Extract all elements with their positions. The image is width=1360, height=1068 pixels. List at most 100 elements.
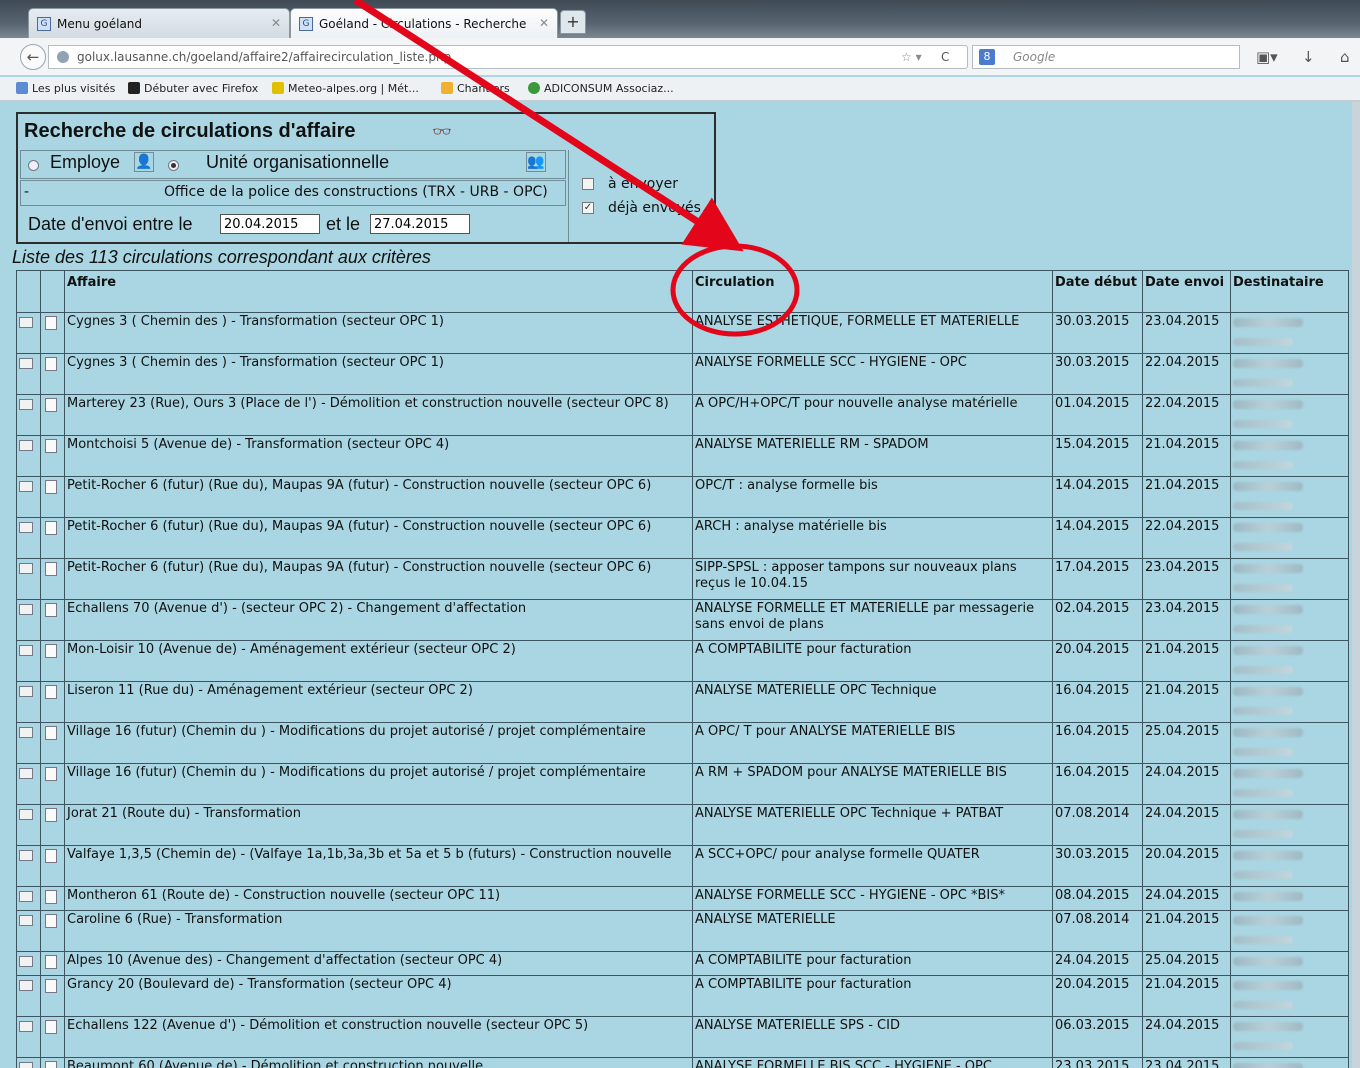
doc-cell[interactable]	[40, 845, 65, 887]
document-icon[interactable]	[45, 357, 57, 371]
document-icon[interactable]	[45, 562, 57, 576]
mail-icon[interactable]	[19, 956, 33, 967]
mail-cell[interactable]	[16, 886, 41, 911]
reload-icon[interactable]: C	[941, 46, 949, 68]
mail-icon[interactable]	[19, 768, 33, 779]
cell-circulation[interactable]: A COMPTABILITE pour facturation	[692, 951, 1053, 976]
mail-cell[interactable]	[16, 804, 41, 846]
document-icon[interactable]	[45, 1061, 57, 1068]
organization-icon[interactable]: 👥	[526, 152, 546, 172]
cell-circulation[interactable]: ANALYSE MATERIELLE	[692, 910, 1053, 952]
doc-cell[interactable]	[40, 722, 65, 764]
table-row[interactable]: Alpes 10 (Avenue des) - Changement d'aff…	[16, 951, 1349, 976]
doc-cell[interactable]	[40, 1016, 65, 1058]
doc-cell[interactable]	[40, 886, 65, 911]
mail-cell[interactable]	[16, 599, 41, 641]
mail-cell[interactable]	[16, 1057, 41, 1068]
cell-circulation[interactable]: ANALYSE FORMELLE SCC - HYGIENE - OPC *BI…	[692, 886, 1053, 911]
document-icon[interactable]	[45, 398, 57, 412]
cell-affaire[interactable]: Petit-Rocher 6 (futur) (Rue du), Maupas …	[64, 476, 693, 518]
employee-icon[interactable]: 👤	[134, 152, 154, 172]
document-icon[interactable]	[45, 979, 57, 993]
checkbox-a-envoyer[interactable]	[582, 178, 594, 190]
mail-icon[interactable]	[19, 809, 33, 820]
document-icon[interactable]	[45, 480, 57, 494]
cell-affaire[interactable]: Village 16 (futur) (Chemin du ) - Modifi…	[64, 722, 693, 764]
close-tab-icon[interactable]: ✕	[539, 16, 549, 30]
cell-affaire[interactable]: Petit-Rocher 6 (futur) (Rue du), Maupas …	[64, 517, 693, 559]
header-date-debut[interactable]: Date début	[1052, 270, 1143, 313]
bookmark-meteo-alpes[interactable]: Meteo-alpes.org | Mét...	[272, 82, 419, 95]
cell-circulation[interactable]: ANALYSE MATERIELLE RM - SPADOM	[692, 435, 1053, 477]
url-bar[interactable]: golux.lausanne.ch/goeland/affaire2/affai…	[48, 45, 968, 69]
mail-cell[interactable]	[16, 1016, 41, 1058]
cell-affaire[interactable]: Caroline 6 (Rue) - Transformation	[64, 910, 693, 952]
doc-cell[interactable]	[40, 558, 65, 600]
tab-menu-goeland[interactable]: G Menu goéland ✕	[28, 8, 290, 38]
radio-employe[interactable]	[28, 160, 39, 171]
download-icon[interactable]: ↓	[1302, 48, 1315, 66]
mail-cell[interactable]	[16, 353, 41, 395]
mail-cell[interactable]	[16, 640, 41, 682]
mail-icon[interactable]	[19, 358, 33, 369]
cell-affaire[interactable]: Montchoisi 5 (Avenue de) - Transformatio…	[64, 435, 693, 477]
document-icon[interactable]	[45, 808, 57, 822]
cell-circulation[interactable]: ANALYSE FORMELLE ET MATERIELLE par messa…	[692, 599, 1053, 641]
doc-cell[interactable]	[40, 910, 65, 952]
mail-icon[interactable]	[19, 440, 33, 451]
mail-cell[interactable]	[16, 763, 41, 805]
date-from-input[interactable]	[220, 214, 320, 234]
cell-affaire[interactable]: Mon-Loisir 10 (Avenue de) - Aménagement …	[64, 640, 693, 682]
mail-cell[interactable]	[16, 681, 41, 723]
bookmark-chantiers[interactable]: Chantiers	[441, 82, 510, 95]
document-icon[interactable]	[45, 644, 57, 658]
doc-cell[interactable]	[40, 312, 65, 354]
cell-circulation[interactable]: A OPC/ T pour ANALYSE MATERIELLE BIS	[692, 722, 1053, 764]
home-icon[interactable]: ⌂	[1340, 48, 1350, 66]
table-row[interactable]: Montheron 61 (Route de) - Construction n…	[16, 886, 1349, 911]
document-icon[interactable]	[45, 439, 57, 453]
cell-circulation[interactable]: ANALYSE ESTHETIQUE, FORMELLE ET MATERIEL…	[692, 312, 1053, 354]
document-icon[interactable]	[45, 316, 57, 330]
cell-affaire[interactable]: Marterey 23 (Rue), Ours 3 (Place de l') …	[64, 394, 693, 436]
table-row[interactable]: Cygnes 3 ( Chemin des ) - Transformation…	[16, 312, 1349, 354]
cell-circulation[interactable]: A RM + SPADOM pour ANALYSE MATERIELLE BI…	[692, 763, 1053, 805]
document-icon[interactable]	[45, 767, 57, 781]
table-row[interactable]: Petit-Rocher 6 (futur) (Rue du), Maupas …	[16, 517, 1349, 559]
header-affaire[interactable]: Affaire	[64, 270, 693, 313]
toolbar-menu-icon[interactable]: ▣▾	[1256, 48, 1278, 66]
cell-affaire[interactable]: Jorat 21 (Route du) - Transformation	[64, 804, 693, 846]
document-icon[interactable]	[45, 726, 57, 740]
document-icon[interactable]	[45, 685, 57, 699]
table-row[interactable]: Echallens 70 (Avenue d') - (secteur OPC …	[16, 599, 1349, 641]
cell-circulation[interactable]: SIPP-SPSL : apposer tampons sur nouveaux…	[692, 558, 1053, 600]
cell-circulation[interactable]: A OPC/H+OPC/T pour nouvelle analyse maté…	[692, 394, 1053, 436]
document-icon[interactable]	[45, 849, 57, 863]
cell-circulation[interactable]: ANALYSE FORMELLE BIS SCC - HYGIENE - OPC	[692, 1057, 1053, 1068]
cell-affaire[interactable]: Cygnes 3 ( Chemin des ) - Transformation…	[64, 312, 693, 354]
cell-affaire[interactable]: Echallens 70 (Avenue d') - (secteur OPC …	[64, 599, 693, 641]
table-row[interactable]: Village 16 (futur) (Chemin du ) - Modifi…	[16, 722, 1349, 764]
document-icon[interactable]	[45, 521, 57, 535]
mail-icon[interactable]	[19, 891, 33, 902]
radio-unite[interactable]	[168, 160, 179, 171]
cell-affaire[interactable]: Echallens 122 (Avenue d') - Démolition e…	[64, 1016, 693, 1058]
cell-circulation[interactable]: ARCH : analyse matérielle bis	[692, 517, 1053, 559]
mail-icon[interactable]	[19, 1062, 33, 1068]
mail-cell[interactable]	[16, 845, 41, 887]
cell-circulation[interactable]: A COMPTABILITE pour facturation	[692, 975, 1053, 1017]
doc-cell[interactable]	[40, 599, 65, 641]
mail-icon[interactable]	[19, 399, 33, 410]
table-row[interactable]: Marterey 23 (Rue), Ours 3 (Place de l') …	[16, 394, 1349, 436]
doc-cell[interactable]	[40, 951, 65, 976]
document-icon[interactable]	[45, 603, 57, 617]
cell-affaire[interactable]: Petit-Rocher 6 (futur) (Rue du), Maupas …	[64, 558, 693, 600]
binoculars-icon[interactable]: 👓	[432, 122, 452, 141]
mail-cell[interactable]	[16, 312, 41, 354]
mail-icon[interactable]	[19, 522, 33, 533]
mail-cell[interactable]	[16, 951, 41, 976]
mail-cell[interactable]	[16, 558, 41, 600]
bookmark-star-icon[interactable]: ☆ ▾	[901, 46, 922, 68]
table-row[interactable]: Petit-Rocher 6 (futur) (Rue du), Maupas …	[16, 558, 1349, 600]
mail-icon[interactable]	[19, 727, 33, 738]
